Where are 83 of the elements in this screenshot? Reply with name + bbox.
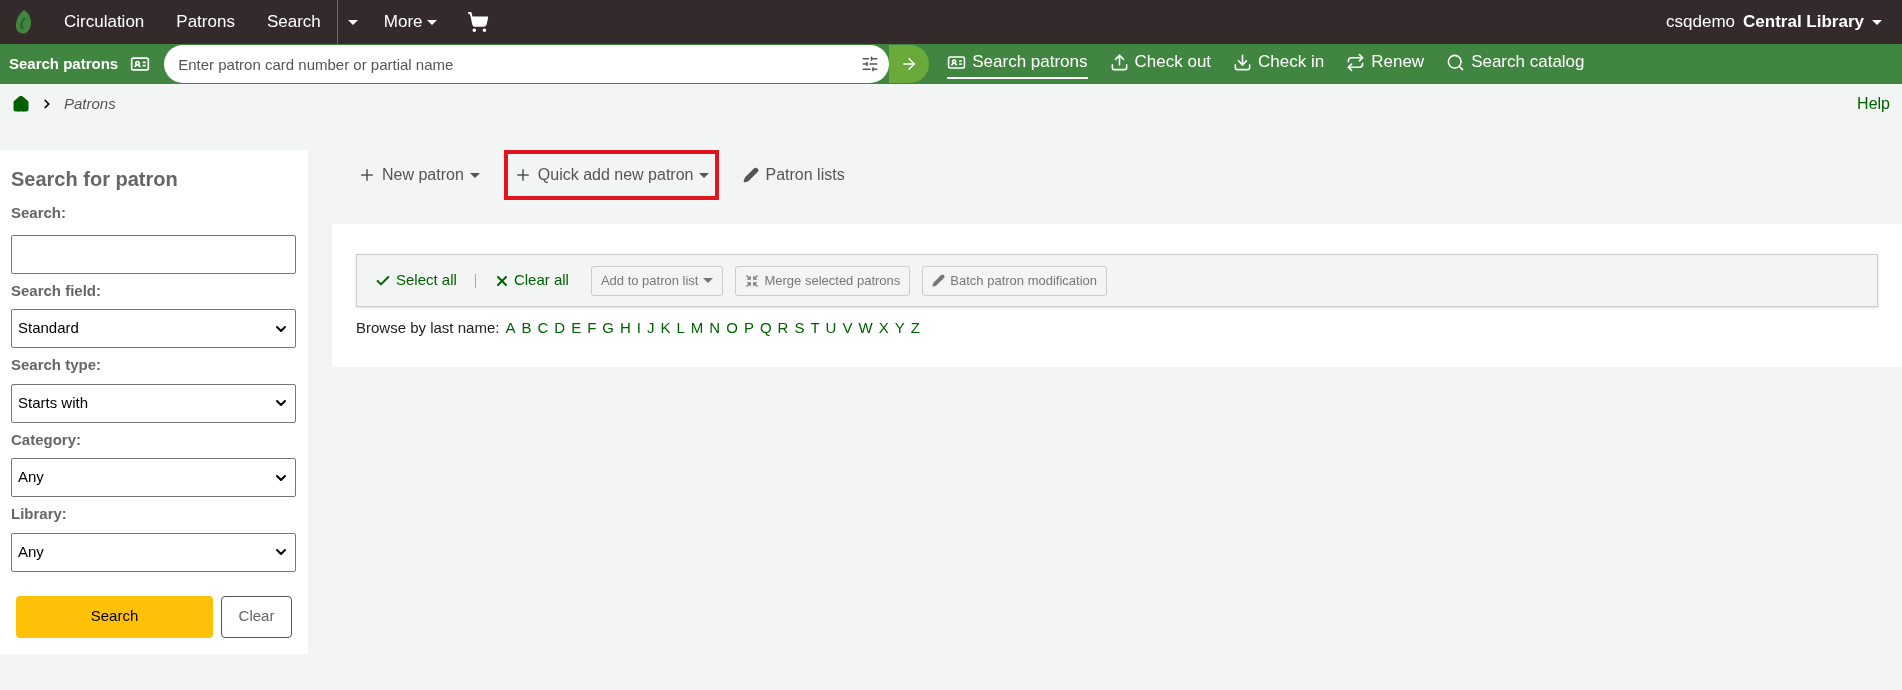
select-field[interactable]: Any xyxy=(11,458,296,497)
letter-link[interactable]: H xyxy=(620,317,631,340)
pencil-icon xyxy=(932,274,946,287)
search-icon xyxy=(1446,52,1466,72)
search-input[interactable] xyxy=(11,234,296,274)
breadcrumb-current: Patrons xyxy=(64,93,116,114)
search-tab[interactable]: Search patrons xyxy=(947,49,1088,79)
batch-button[interactable]: Batch patron modification xyxy=(922,265,1108,296)
search-bar-label: Search patrons xyxy=(8,53,120,74)
caret-icon xyxy=(469,172,480,178)
letter-link[interactable]: L xyxy=(676,317,685,340)
caret-icon xyxy=(1872,19,1882,25)
letter-link[interactable]: V xyxy=(842,317,853,340)
library-name[interactable]: Central Library xyxy=(1743,9,1864,35)
letter-link[interactable]: E xyxy=(571,317,582,340)
letter-link[interactable]: O xyxy=(726,317,738,340)
sliders-icon[interactable] xyxy=(861,55,880,73)
search-tab[interactable]: Check in xyxy=(1233,49,1325,79)
toolbar-button[interactable]: Quick add new patron xyxy=(503,150,720,200)
search-tab[interactable]: Renew xyxy=(1346,49,1425,79)
letter-link[interactable]: Q xyxy=(759,317,772,340)
letter-link[interactable]: C xyxy=(537,317,549,340)
upload-icon xyxy=(1109,52,1129,72)
letter-link[interactable]: P xyxy=(743,317,754,340)
search-tab[interactable]: Check out xyxy=(1109,49,1212,79)
browse-label: Browse by last name: xyxy=(356,318,500,338)
clear-all-link[interactable]: Clear all xyxy=(493,269,569,292)
toolbar-button[interactable]: New patron xyxy=(348,150,490,200)
letter-link[interactable]: Y xyxy=(894,317,905,340)
select-field[interactable]: Any xyxy=(11,532,296,572)
letter-link[interactable]: X xyxy=(878,317,889,340)
letter-link[interactable]: M xyxy=(690,317,704,340)
compress-icon xyxy=(745,273,760,288)
id-card-icon xyxy=(130,54,151,74)
letter-link[interactable]: S xyxy=(794,317,805,340)
nav-link[interactable]: Search xyxy=(250,9,337,35)
letter-link[interactable]: D xyxy=(554,317,566,340)
letter-link[interactable]: R xyxy=(777,317,789,340)
plus-icon xyxy=(358,166,376,184)
select-field[interactable]: Starts with xyxy=(11,383,296,423)
batch-button[interactable]: Add to patron list xyxy=(590,265,724,296)
field-label: Search field: xyxy=(11,280,103,301)
repeat-icon xyxy=(1346,52,1366,72)
cart-icon[interactable] xyxy=(466,11,489,33)
letter-link[interactable]: U xyxy=(825,317,837,340)
letter-link[interactable]: T xyxy=(810,317,820,340)
field-label: Category: xyxy=(11,429,82,450)
leaf-logo xyxy=(14,9,34,35)
pencil-icon xyxy=(743,167,760,183)
letter-link[interactable]: G xyxy=(602,317,614,340)
field-label: Search type: xyxy=(11,355,103,375)
caret-icon xyxy=(426,19,437,25)
field-label: Search: xyxy=(11,203,68,223)
help-link[interactable]: Help xyxy=(1857,92,1890,116)
user-name[interactable]: csqdemo xyxy=(1666,9,1736,35)
home-icon[interactable] xyxy=(12,95,30,113)
sidebar-title: Search for patron xyxy=(11,167,179,192)
letter-link[interactable]: A xyxy=(505,317,516,340)
search-button[interactable]: Search xyxy=(16,595,213,638)
nav-link[interactable]: Patrons xyxy=(160,9,251,35)
letter-link[interactable]: W xyxy=(858,317,873,340)
caret-icon xyxy=(347,19,358,25)
letter-link[interactable]: B xyxy=(521,317,532,340)
letter-link[interactable]: I xyxy=(636,317,641,340)
nav-link[interactable]: Circulation xyxy=(48,9,161,35)
toolbar-button[interactable]: Patron lists xyxy=(733,150,855,200)
letter-link[interactable]: N xyxy=(709,317,721,340)
search-tab[interactable]: Search catalog xyxy=(1446,49,1585,79)
download-icon xyxy=(1233,52,1253,72)
letter-link[interactable]: Z xyxy=(910,317,920,340)
nav-dropdown[interactable]: More xyxy=(367,9,453,35)
caret-icon xyxy=(699,172,710,178)
clear-button[interactable]: Clear xyxy=(221,595,292,638)
letter-link[interactable]: F xyxy=(587,317,597,340)
letter-link[interactable]: K xyxy=(660,317,671,340)
select-all-link[interactable]: Select all xyxy=(375,269,457,292)
letter-link[interactable]: J xyxy=(647,317,655,340)
submit-button[interactable] xyxy=(889,45,930,83)
field-label: Library: xyxy=(11,504,68,524)
caret-icon xyxy=(703,278,714,283)
select-field[interactable]: Standard xyxy=(11,309,296,348)
patron-search-field[interactable]: Enter patron card number or partial name xyxy=(164,45,890,83)
batch-button[interactable]: Merge selected patrons xyxy=(735,265,911,296)
